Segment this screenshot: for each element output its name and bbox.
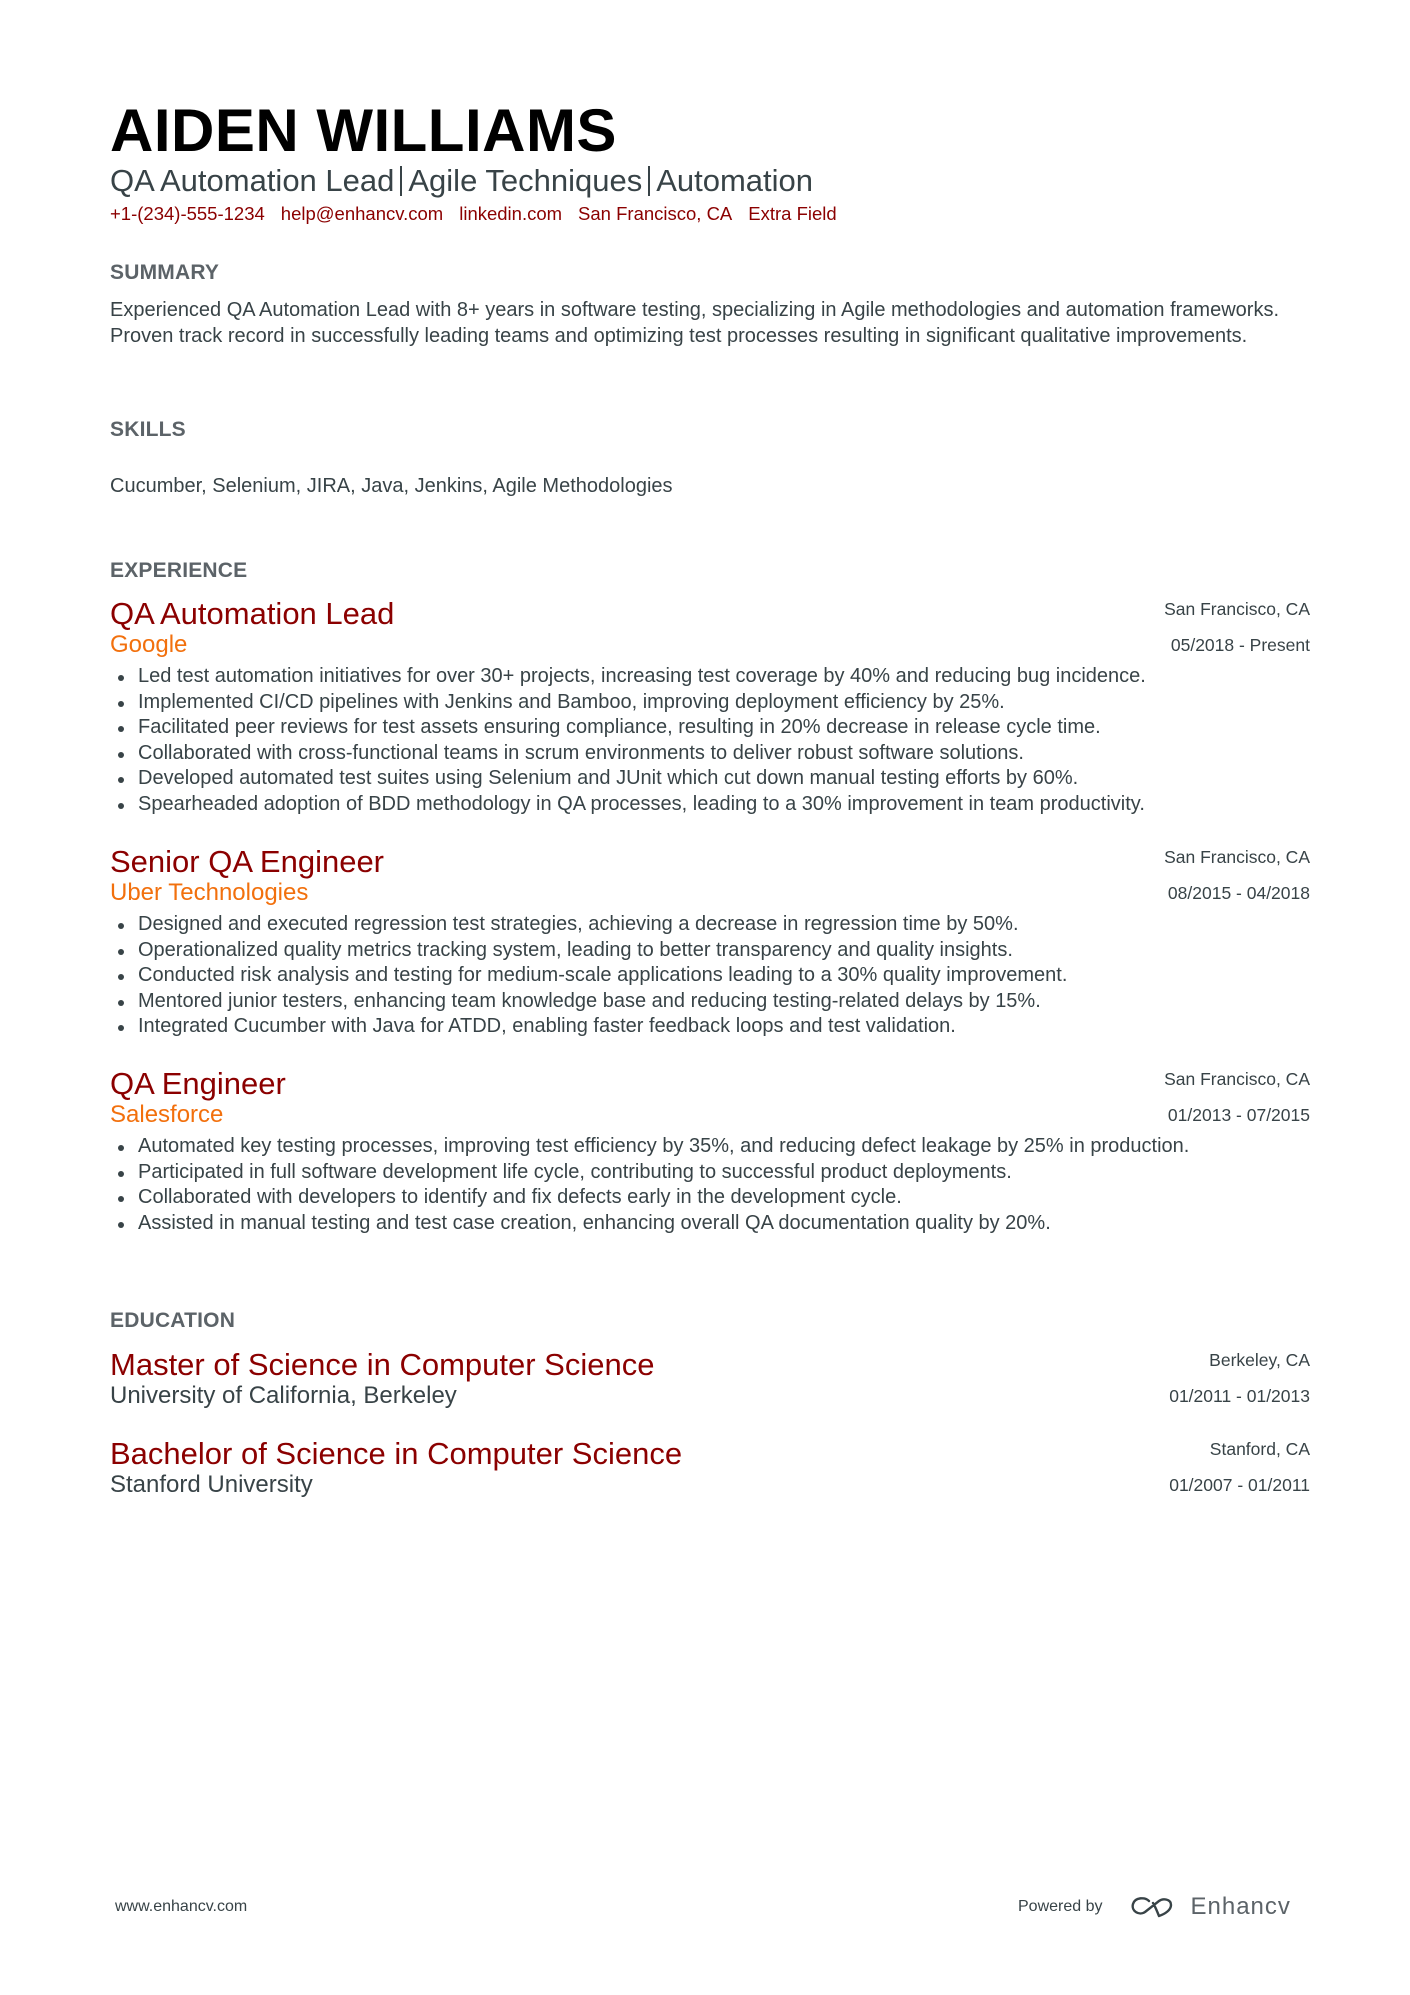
experience-item: QA Automation Lead Google San Francisco,… [110,596,1310,818]
bullet-item: Implemented CI/CD pipelines with Jenkins… [110,690,1258,716]
summary-heading: SUMMARY [110,261,220,284]
experience-item: Senior QA Engineer Uber Technologies San… [110,844,1310,1040]
job-bullets: Led test automation initiatives for over… [110,664,1310,818]
contact-extra-field: Extra Field [748,203,837,224]
experience-item: QA Engineer Salesforce San Francisco, CA… [110,1066,1310,1236]
job-company: Salesforce [110,1101,224,1128]
job-dates: 05/2018 - Present [1170,635,1310,655]
job-title: QA Engineer [110,1066,286,1101]
bullet-item: Operationalized quality metrics tracking… [110,938,1258,964]
skills-text: Cucumber, Selenium, JIRA, Java, Jenkins,… [110,475,673,497]
contact-linkedin[interactable]: linkedin.com [459,203,562,224]
bullet-item: Collaborated with developers to identify… [110,1185,1258,1211]
job-dates: 01/2013 - 07/2015 [1167,1105,1310,1125]
experience-heading: EXPERIENCE [110,559,248,582]
headline-part: Agile Techniques [408,163,643,198]
education-item: Master of Science in Computer Science Un… [110,1347,1310,1411]
skills-heading: SKILLS [110,418,186,441]
headline-divider [648,166,651,196]
footer-website[interactable]: www.enhancv.com [115,1898,247,1916]
bullet-item: Automated key testing processes, improvi… [110,1134,1258,1160]
bullet-item: Facilitated peer reviews for test assets… [110,715,1258,741]
job-title: Senior QA Engineer [110,844,385,879]
bullet-item: Conducted risk analysis and testing for … [110,963,1258,989]
bullet-item: Collaborated with cross-functional teams… [110,741,1258,767]
contact-info: +1-(234)-555-1234 help@enhancv.com linkedi… [110,202,853,226]
contact-phone[interactable]: +1-(234)-555-1234 [110,203,265,224]
education-heading: EDUCATION [110,1309,236,1332]
bullet-item: Assisted in manual testing and test case… [110,1211,1258,1237]
enhancv-logo-icon [1131,1897,1172,1918]
job-company: Google [110,631,188,658]
contact-location: San Francisco, CA [578,203,733,224]
education-item: Bachelor of Science in Computer Science … [110,1436,1310,1500]
education-dates: 01/2007 - 01/2011 [1169,1475,1310,1495]
headline-part: QA Automation Lead [110,163,395,198]
job-company: Uber Technologies [110,879,309,906]
job-location: San Francisco, CA [1164,847,1310,867]
bullet-item: Spearheaded adoption of BDD methodology … [110,792,1258,818]
bullet-item: Led test automation initiatives for over… [110,664,1258,690]
degree-title: Master of Science in Computer Science [110,1347,655,1382]
school-name: University of California, Berkeley [110,1382,457,1409]
degree-title: Bachelor of Science in Computer Science [110,1436,683,1471]
summary-text: Experienced QA Automation Lead with 8+ y… [110,299,1279,347]
job-dates: 08/2015 - 04/2018 [1167,883,1310,903]
bullet-item: Integrated Cucumber with Java for ATDD, … [110,1014,1258,1040]
school-name: Stanford University [110,1471,313,1498]
job-bullets: Designed and executed regression test st… [110,912,1310,1040]
job-location: San Francisco, CA [1164,599,1310,619]
bullet-item: Developed automated test suites using Se… [110,766,1258,792]
powered-by-label: Powered by [1018,1898,1103,1915]
candidate-name: AIDEN WILLIAMS [110,97,617,164]
bullet-item: Designed and executed regression test st… [110,912,1258,938]
headline-part: Automation [656,163,814,198]
education-location: Berkeley, CA [1209,1350,1310,1370]
job-bullets: Automated key testing processes, improvi… [110,1134,1310,1236]
education-dates: 01/2011 - 01/2013 [1169,1386,1310,1406]
bullet-item: Mentored junior testers, enhancing team … [110,989,1258,1015]
education-location: Stanford, CA [1209,1439,1310,1459]
powered-by-branding[interactable]: Powered by Enhancv [1018,1893,1291,1921]
headline: QA Automation Lead Agile Techniques Automa… [110,162,813,200]
headline-divider [400,166,403,196]
bullet-item: Participated in full software developmen… [110,1160,1258,1186]
brand-name: Enhancv [1190,1893,1291,1920]
job-title: QA Automation Lead [110,596,395,631]
job-location: San Francisco, CA [1164,1069,1310,1089]
contact-email[interactable]: help@enhancv.com [281,203,443,224]
